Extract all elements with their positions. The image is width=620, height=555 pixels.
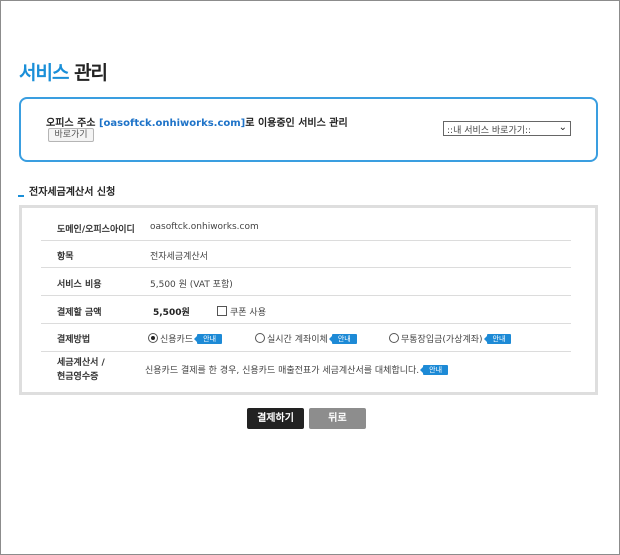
form-row-item: 항목 전자세금계산서	[41, 240, 571, 268]
page-title: 서비스 관리	[19, 58, 108, 85]
form-row-domain: 도메인/오피스아이디 oasoftck.onhiworks.com	[41, 212, 571, 241]
receipt-value: 신용카드 결제를 한 경우, 신용카드 매출전표가 세금계산서를 대체합니다.	[145, 366, 420, 376]
method-transfer-label: 실시간 계좌이체	[267, 335, 328, 345]
office-notice-box: 오피스 주소 [oasoftck.onhiworks.com]로 이용중인 서비…	[19, 97, 598, 162]
page-title-rest: 관리	[74, 62, 108, 84]
method-option-card[interactable]: 신용카드 안내	[148, 332, 223, 345]
notice-suffix: 로 이용중인 서비스 관리	[245, 118, 348, 129]
method-option-deposit[interactable]: 무통장입금(가상계좌) 안내	[389, 332, 512, 345]
item-label: 항목	[57, 252, 74, 262]
receipt-note: 신용카드 결제를 한 경우, 신용카드 매출전표가 세금계산서를 대체합니다. 안…	[145, 363, 449, 376]
back-button[interactable]: 뒤로	[309, 408, 366, 429]
info-tag-receipt[interactable]: 안내	[420, 365, 449, 375]
coupon-checkbox[interactable]	[217, 306, 227, 316]
receipt-label-line2: 현금영수증	[57, 372, 99, 382]
service-quick-select[interactable]: ::내 서비스 바로가기:: ⌄	[443, 121, 571, 136]
radio-deposit[interactable]	[389, 333, 399, 343]
method-label: 결제방법	[57, 335, 91, 345]
go-button[interactable]: 바로가기	[48, 128, 94, 142]
cost-label: 서비스 비용	[57, 280, 102, 290]
application-form: 도메인/오피스아이디 oasoftck.onhiworks.com 항목 전자세…	[19, 205, 598, 395]
info-tag-deposit[interactable]: 안내	[483, 334, 512, 344]
notice-text: 오피스 주소 [oasoftck.onhiworks.com]로 이용중인 서비…	[46, 114, 348, 129]
method-deposit-label: 무통장입금(가상계좌)	[401, 335, 483, 345]
info-tag-card[interactable]: 안내	[194, 334, 223, 344]
form-row-cost: 서비스 비용 5,500 원 (VAT 포함)	[41, 267, 571, 296]
form-row-amount: 결제할 금액 5,500원 쿠폰 사용	[41, 295, 571, 324]
amount-label: 결제할 금액	[57, 308, 102, 318]
section-title: 전자세금계산서 신청	[29, 187, 116, 198]
domain-value: oasoftck.onhiworks.com	[150, 222, 259, 232]
page-title-accent: 서비스	[19, 62, 69, 84]
form-row-method: 결제방법 신용카드 안내 실시간 계좌이체 안내 무통장입금(가상계좌) 안내	[41, 323, 571, 352]
chevron-down-icon: ⌄	[558, 122, 567, 133]
receipt-label-line1: 세금계산서 /	[57, 358, 105, 368]
item-value: 전자세금계산서	[150, 252, 208, 262]
method-option-transfer[interactable]: 실시간 계좌이체 안내	[255, 332, 357, 345]
pay-button[interactable]: 결제하기	[247, 408, 304, 429]
section-heading: 전자세금계산서 신청	[18, 183, 115, 198]
coupon-option[interactable]: 쿠폰 사용	[217, 305, 266, 318]
cost-value: 5,500 원 (VAT 포함)	[150, 280, 233, 290]
radio-transfer[interactable]	[255, 333, 265, 343]
method-card-label: 신용카드	[160, 335, 194, 345]
domain-label: 도메인/오피스아이디	[57, 225, 135, 235]
notice-domain: [oasoftck.onhiworks.com]	[98, 118, 246, 129]
radio-card[interactable]	[148, 333, 158, 343]
section-bullet-icon	[18, 195, 24, 197]
info-tag-transfer[interactable]: 안내	[328, 334, 357, 344]
form-row-receipt: 세금계산서 / 현금영수증 신용카드 결제를 한 경우, 신용카드 매출전표가 …	[41, 351, 571, 385]
coupon-label: 쿠폰 사용	[230, 308, 266, 318]
quick-select-value: ::내 서비스 바로가기::	[447, 126, 532, 136]
amount-value: 5,500원	[153, 308, 190, 318]
